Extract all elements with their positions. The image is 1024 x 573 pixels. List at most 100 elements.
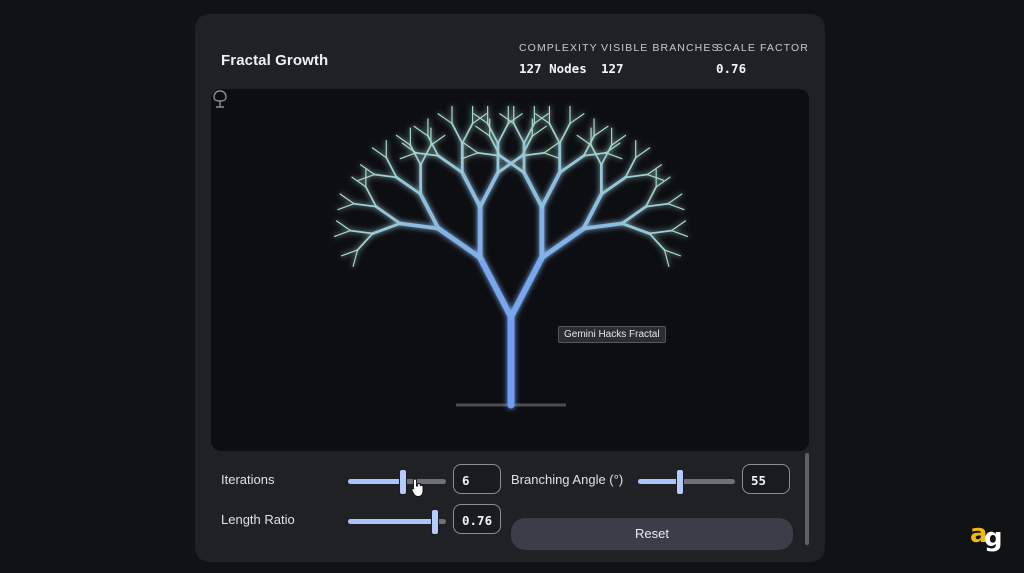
tree-branch xyxy=(461,122,474,145)
tree-branch xyxy=(436,154,464,174)
length-ratio-thumb[interactable] xyxy=(431,509,440,535)
stat-scale-factor: SCALE FACTOR 0.76 xyxy=(716,42,809,76)
stat-complexity-value: 127 Nodes xyxy=(519,61,587,76)
tree-branch xyxy=(582,135,595,157)
tree-branch xyxy=(364,185,378,208)
tree-branch xyxy=(558,122,571,145)
tree-branch xyxy=(395,176,423,196)
controls-area: Iterations 6 Branching Angle (°) 55 Leng… xyxy=(195,460,825,560)
tree-branch xyxy=(499,113,515,125)
fractal-panel: Fractal Growth COMPLEXITY 127 Nodes VISI… xyxy=(195,14,825,562)
tree-branch xyxy=(576,134,592,146)
tree-branch xyxy=(357,173,376,181)
iterations-input[interactable]: 6 xyxy=(453,464,501,494)
tree-branch xyxy=(451,122,464,145)
tree-icon xyxy=(213,90,227,108)
brand-logo-icon: a g xyxy=(970,519,1003,553)
length-ratio-label: Length Ratio xyxy=(221,512,295,527)
branching-angle-input[interactable]: 55 xyxy=(742,464,790,494)
tree-branch xyxy=(497,122,510,145)
tree-branch xyxy=(463,142,479,154)
tree-branch xyxy=(533,113,549,125)
tree-branch xyxy=(635,147,651,159)
reset-button[interactable]: Reset xyxy=(511,518,793,550)
tree-branch xyxy=(508,254,545,320)
fractal-canvas[interactable]: Gemini Hacks Fractal xyxy=(211,89,809,451)
tree-branch xyxy=(418,192,441,231)
branching-angle-slider[interactable] xyxy=(638,469,735,495)
tree-branch xyxy=(663,249,670,267)
iterations-fill xyxy=(348,479,402,484)
stat-scale-factor-value: 0.76 xyxy=(716,61,747,76)
tree-branch xyxy=(543,142,559,154)
tree-branch xyxy=(478,170,500,209)
tree-branch xyxy=(548,122,561,145)
stat-visible-branches-value: 127 xyxy=(601,61,624,76)
length-ratio-input[interactable]: 0.76 xyxy=(453,504,501,534)
tree-branch xyxy=(644,202,669,208)
stat-visible-branches-label: VISIBLE BRANCHES xyxy=(601,42,720,54)
tree-branch xyxy=(333,230,352,238)
canvas-tooltip: Gemini Hacks Fractal xyxy=(558,326,666,343)
tree-branch xyxy=(522,170,544,209)
tree-branch xyxy=(339,193,355,205)
panel-scrollbar[interactable] xyxy=(805,453,809,545)
iterations-thumb[interactable] xyxy=(398,469,407,495)
branching-angle-fill xyxy=(638,479,679,484)
stat-scale-factor-label: SCALE FACTOR xyxy=(716,42,809,54)
tree-branch xyxy=(359,164,376,176)
length-ratio-fill xyxy=(348,519,435,524)
tree-branch xyxy=(461,152,479,160)
tree-branch xyxy=(620,205,648,225)
tree-branch xyxy=(436,226,483,261)
tree-branch xyxy=(352,249,359,267)
svg-text:g: g xyxy=(984,523,1003,553)
tree-branch xyxy=(373,173,398,179)
stat-complexity-label: COMPLEXITY xyxy=(519,42,598,54)
tree-branch xyxy=(593,125,609,137)
tree-branch xyxy=(430,134,446,146)
branch-group xyxy=(333,105,689,409)
tree-branch xyxy=(624,173,649,179)
tree-branch xyxy=(581,221,624,231)
tree-branch xyxy=(340,249,359,257)
tree-branch xyxy=(569,113,585,125)
length-ratio-slider[interactable] xyxy=(348,509,446,535)
tree-branch xyxy=(620,222,651,235)
tree-branch xyxy=(335,220,352,232)
tree-branch xyxy=(581,192,604,231)
tree-branch xyxy=(399,152,417,160)
tree-branch xyxy=(460,170,483,209)
tree-branch xyxy=(644,185,658,208)
tree-branch xyxy=(385,156,398,179)
tree-branch xyxy=(398,221,441,231)
tree-branch xyxy=(539,226,586,261)
tree-branch xyxy=(605,152,623,160)
iterations-slider[interactable] xyxy=(348,469,446,495)
tree-branch xyxy=(374,205,402,225)
tree-branch xyxy=(667,193,683,205)
tree-branch xyxy=(413,125,429,137)
tree-branch xyxy=(371,222,402,235)
fractal-tree xyxy=(333,105,689,409)
stat-visible-branches: VISIBLE BRANCHES 127 xyxy=(601,42,720,76)
tree-branch xyxy=(539,170,562,209)
tree-branch xyxy=(471,113,488,125)
tree-branch xyxy=(512,122,525,145)
branching-angle-label: Branching Angle (°) xyxy=(511,472,624,487)
tree-branch xyxy=(437,113,453,125)
tree-branch xyxy=(475,125,491,137)
tree-branch xyxy=(667,203,685,211)
tree-branch xyxy=(648,232,666,251)
tree-branch xyxy=(670,230,689,238)
tree-branch xyxy=(371,147,387,159)
branching-angle-thumb[interactable] xyxy=(675,469,684,495)
tree-branch xyxy=(646,173,665,181)
hand-cursor-icon xyxy=(411,478,424,497)
tree-branch xyxy=(356,232,374,251)
tree-branch xyxy=(670,220,687,232)
tree-branch xyxy=(599,176,627,196)
stat-complexity: COMPLEXITY 127 Nodes xyxy=(519,42,598,76)
tree-branch xyxy=(353,202,378,208)
tree-branch xyxy=(543,152,561,160)
